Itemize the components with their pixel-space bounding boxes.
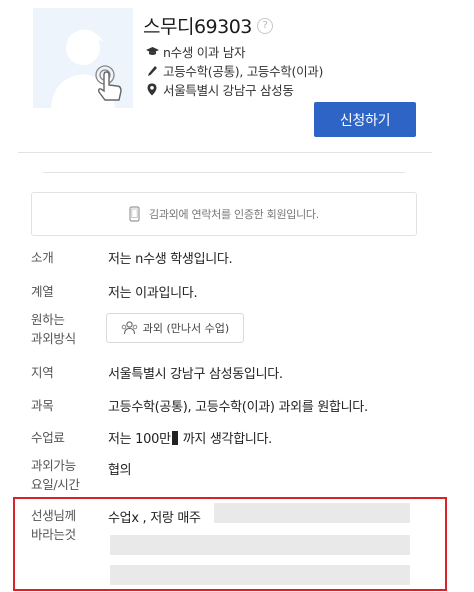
graduation-cap-icon: [145, 46, 159, 57]
blurred-text: [214, 503, 410, 523]
track-value: 저는 이과입니다.: [108, 286, 198, 301]
subject-value: 고등수학(공통), 고등수학(이과) 과외를 원합니다.: [108, 400, 368, 415]
divider: [18, 152, 432, 153]
fee-label: 수업료: [31, 430, 65, 445]
to-teacher-label: 선생님께 바라는것: [31, 508, 76, 542]
schedule-value: 협의: [108, 463, 132, 478]
divider: [43, 172, 405, 173]
blurred-text: [110, 565, 410, 585]
track-label: 계열: [31, 284, 54, 299]
verified-notice: 김과외에 연락처를 인증한 회원입니다.: [31, 192, 417, 236]
apply-button[interactable]: 신청하기: [314, 102, 416, 137]
info-subjects: 고등수학(공통), 고등수학(이과): [145, 61, 323, 80]
pencil-icon: [145, 65, 159, 77]
profile-name-row: 스무디69303 ?: [143, 12, 273, 39]
help-icon[interactable]: ?: [256, 17, 273, 34]
profile-avatar: [33, 8, 133, 108]
schedule-label: 과외가능 요일/시간: [31, 458, 80, 492]
info-student-type: n수생 이과 남자: [145, 42, 245, 61]
profile-name: 스무디69303: [143, 16, 252, 38]
to-teacher-value: 수업x , 저랑 매주: [108, 511, 201, 526]
method-label: 원하는 과외방식: [31, 312, 76, 346]
info-location: 서울특별시 강남구 삼성동: [145, 80, 294, 99]
intro-label: 소개: [31, 250, 54, 265]
blurred-text: [110, 535, 410, 555]
method-chip: 과외 (만나서 수업): [106, 313, 244, 343]
people-icon: [121, 321, 138, 335]
location-pin-icon: [145, 83, 159, 96]
subject-label: 과목: [31, 398, 54, 413]
redacted-mark: [171, 430, 178, 445]
fee-value: 저는 100만 까지 생각합니다.: [108, 430, 273, 447]
region-label: 지역: [31, 365, 54, 380]
region-value: 서울특별시 강남구 삼성동입니다.: [108, 367, 283, 382]
phone-icon: [129, 206, 140, 222]
intro-value: 저는 n수생 학생입니다.: [108, 252, 233, 267]
touch-icon: [91, 63, 127, 107]
